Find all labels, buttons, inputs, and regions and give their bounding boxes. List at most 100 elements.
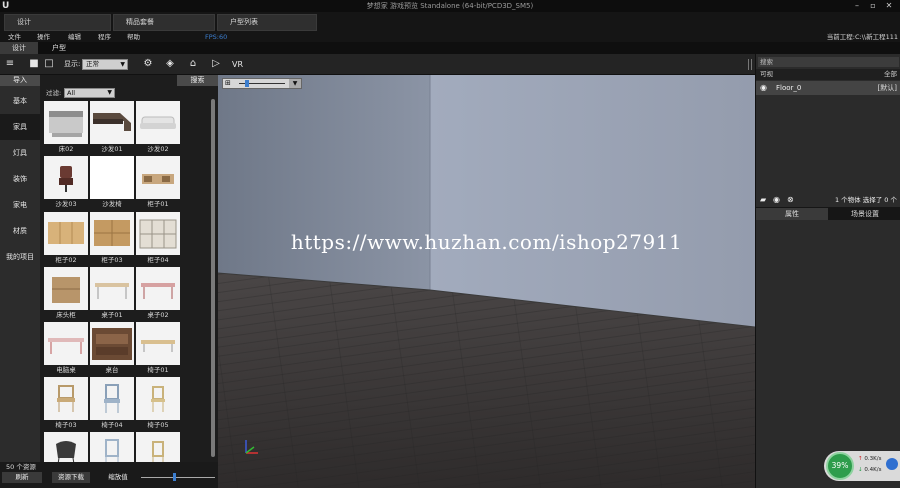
outliner-search-input[interactable]: 搜索	[758, 57, 899, 67]
asset-tile[interactable]: 柜子03	[90, 212, 134, 266]
zoom-slider-handle[interactable]	[173, 473, 176, 481]
category-my-items[interactable]: 我的项目	[0, 244, 40, 270]
minimize-icon[interactable]: –	[850, 0, 864, 12]
asset-tile[interactable]: 柜子01	[136, 156, 180, 210]
nightstand-thumbnail	[44, 267, 88, 310]
3d-viewport[interactable]: ⊞ ▼ https://www.huzhan.com/ishop27911	[218, 75, 755, 488]
menu-edit[interactable]: 编辑	[68, 32, 81, 42]
tab-premium-packages[interactable]: 精品套餐	[113, 14, 215, 31]
display-mode-select[interactable]: 正常 ▼	[82, 59, 128, 70]
download-resources-button[interactable]: 资源下载	[52, 472, 90, 483]
category-materials[interactable]: 材质	[0, 218, 40, 244]
menu-file[interactable]: 文件	[8, 32, 21, 42]
asset-tile[interactable]: 椅子05	[136, 377, 180, 431]
asset-tile[interactable]: 沙发02	[136, 101, 180, 155]
col-all[interactable]: 全部	[884, 69, 897, 80]
asset-tile[interactable]: 柜子04	[136, 212, 180, 266]
grid-icon: ⊞	[225, 79, 231, 87]
delete-icon[interactable]: ⊗	[787, 194, 794, 206]
menu-help[interactable]: 帮助	[127, 32, 140, 42]
mode-tab-floorplan[interactable]: 户型	[40, 42, 78, 54]
asset-footer: 50 个资源 刷新 资源下载 缩放值	[0, 462, 218, 488]
asset-scrollbar[interactable]	[211, 99, 215, 457]
asset-tile[interactable]: 床02	[44, 101, 88, 155]
category-decor[interactable]: 装饰	[0, 166, 40, 192]
title-bar: U 梦想家 游戏预览 Standalone (64-bit/PCD3D_SM5)…	[0, 0, 900, 12]
tab-design[interactable]: 设计	[4, 14, 111, 31]
asset-tile[interactable]: 椅子01	[136, 322, 180, 376]
desk-thumbnail	[44, 322, 88, 365]
category-furniture[interactable]: 家具	[0, 114, 40, 140]
tab-scene-settings[interactable]: 场景设置	[830, 208, 900, 220]
filter-select[interactable]: All ▼	[64, 88, 115, 98]
category-basic[interactable]: 基本	[0, 88, 40, 114]
outliner-panel: 搜索 可视 全部 ◉ Floor_0 [默认] ▰ ◉ ⊗ 1 个物体 选择了 …	[755, 54, 900, 488]
object-name: Floor_0	[776, 84, 802, 92]
asset-tile[interactable]: 桌子01	[90, 267, 134, 321]
tag-icon[interactable]: ⌂	[187, 58, 199, 70]
sofa-thumbnail	[90, 101, 134, 144]
layers-icon[interactable]: ◈	[164, 58, 176, 70]
eye-icon[interactable]: ◉	[760, 81, 767, 95]
mode-tab-design[interactable]: 设计	[0, 42, 38, 54]
menu-program[interactable]: 程序	[98, 32, 111, 42]
asset-tile[interactable]: 床头柜	[44, 267, 88, 321]
performance-widget[interactable]: 39% ↑ 0.3K/s ↓ 0.4K/s	[824, 451, 900, 481]
chevron-down-icon[interactable]: ▼	[289, 79, 301, 88]
asset-count: 50 个资源	[6, 463, 36, 471]
cabinet-thumbnail	[136, 212, 180, 255]
viewport-zoom-handle[interactable]	[245, 80, 249, 87]
import-button[interactable]: 导入	[0, 75, 40, 86]
viewport-zoom-bar[interactable]: ⊞ ▼	[222, 78, 302, 89]
asset-tile[interactable]: 桌台	[90, 322, 134, 376]
upload-speed: ↑ 0.3K/s	[858, 456, 882, 462]
menu-operate[interactable]: 操作	[37, 32, 50, 42]
vr-button[interactable]: VR	[232, 54, 243, 75]
asset-tile[interactable]: 电脑桌	[44, 322, 88, 376]
refresh-button[interactable]: 刷新	[2, 472, 42, 483]
table-thumbnail	[90, 267, 134, 310]
asset-tile[interactable]: 椅子03	[44, 377, 88, 431]
outliner-row[interactable]: ◉ Floor_0 [默认]	[756, 81, 900, 95]
wire-cube-icon[interactable]: □	[43, 58, 55, 70]
category-appliances[interactable]: 家电	[0, 192, 40, 218]
chevron-down-icon: ▼	[107, 89, 112, 96]
room-scene	[218, 75, 755, 488]
sofa-thumbnail	[136, 101, 180, 144]
back-wall	[430, 75, 755, 327]
globe-icon	[886, 458, 898, 470]
display-label: 显示:	[64, 60, 81, 68]
category-lighting[interactable]: 灯具	[0, 140, 40, 166]
folder-add-icon[interactable]: ▰	[760, 194, 766, 206]
eye-icon[interactable]: ◉	[773, 194, 780, 206]
tab-floorplan-list[interactable]: 户型列表	[217, 14, 317, 31]
asset-tile[interactable]: 沙发03	[44, 156, 88, 210]
selection-stats: 1 个物体 选择了 0 个	[834, 196, 897, 204]
chair-thumbnail	[44, 377, 88, 420]
maximize-icon[interactable]: ▫	[866, 0, 880, 12]
close-icon[interactable]: ✕	[882, 0, 896, 12]
asset-tile[interactable]: 沙发椅	[90, 156, 134, 210]
filter-label: 过滤:	[46, 89, 62, 97]
zoom-slider-track[interactable]	[141, 477, 215, 478]
hamburger-menu-icon[interactable]: ≡	[4, 58, 16, 70]
asset-tile[interactable]: 椅子04	[90, 377, 134, 431]
asset-name: 沙发02	[147, 145, 169, 153]
chair-thumbnail	[90, 377, 134, 420]
sofa-chair-thumbnail	[90, 156, 134, 199]
outliner-header: 可视 全部	[756, 69, 900, 80]
armchair-thumbnail	[44, 156, 88, 199]
asset-tile[interactable]: 沙发01	[90, 101, 134, 155]
bed-thumbnail	[44, 101, 88, 144]
col-visible: 可视	[760, 70, 773, 78]
solid-cube-icon[interactable]: ■	[28, 58, 40, 70]
asset-name: 床02	[58, 145, 74, 153]
settings-gears-icon[interactable]: ⚙	[142, 58, 154, 70]
tab-properties[interactable]: 属性	[756, 208, 828, 220]
asset-tile[interactable]: 柜子02	[44, 212, 88, 266]
toolbar-grip[interactable]	[748, 59, 752, 70]
asset-tile[interactable]: 桌子02	[136, 267, 180, 321]
play-icon[interactable]: ▷	[210, 58, 222, 70]
search-button[interactable]: 搜索	[177, 75, 218, 86]
category-nav: 导入 基本 家具 灯具 装饰 家电 材质 我的项目	[0, 75, 40, 488]
